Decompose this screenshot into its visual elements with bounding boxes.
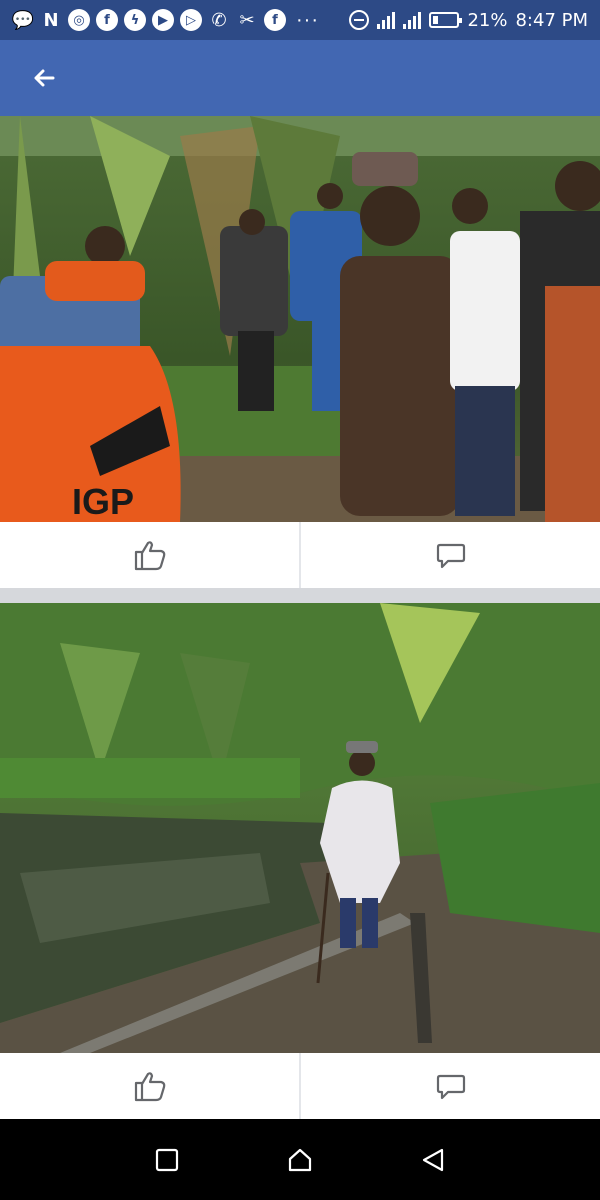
- comment-icon: [436, 1074, 465, 1100]
- phone-icon: ✆: [211, 9, 227, 31]
- post-actions: [0, 1053, 600, 1119]
- post-photo[interactable]: IGP: [0, 116, 600, 522]
- battery-percent: 21%: [467, 9, 508, 31]
- like-button[interactable]: [0, 1053, 299, 1119]
- post-actions: [0, 522, 600, 588]
- post-photo[interactable]: [0, 603, 600, 1053]
- life-ring-text: IGP: [72, 481, 134, 522]
- like-button[interactable]: [0, 522, 299, 588]
- recent-apps-icon: [155, 1148, 178, 1171]
- thumbs-up-icon: [134, 1072, 165, 1102]
- comment-button[interactable]: [301, 1053, 600, 1119]
- back-triangle-icon: [423, 1148, 444, 1171]
- chrome-icon: ◎: [68, 9, 90, 31]
- messenger-icon: ϟ: [124, 9, 146, 31]
- arrow-left-icon: [34, 69, 55, 87]
- recent-apps-button[interactable]: [147, 1140, 187, 1180]
- notification-icons: 💬 N ◎ f ϟ ▶ ▷ ✆ ✂ f ···: [12, 9, 349, 32]
- system-status: 21% 8:47 PM: [349, 10, 588, 31]
- play-icon: ▷: [180, 9, 202, 31]
- facebook-lite-icon: f: [264, 9, 286, 31]
- battery-level: [433, 16, 439, 24]
- home-icon: [288, 1148, 312, 1171]
- signal-icon: [377, 11, 396, 29]
- back-button[interactable]: [30, 64, 58, 92]
- comment-button[interactable]: [301, 522, 600, 588]
- post-separator: [0, 588, 600, 603]
- messaging-icon: 💬: [11, 9, 35, 31]
- status-bar: 💬 N ◎ f ϟ ▶ ▷ ✆ ✂ f ··· 21% 8:47 PM: [0, 0, 600, 40]
- tools-icon: ✂: [239, 9, 255, 31]
- battery-icon: [429, 12, 463, 28]
- signal-2-icon: [403, 11, 422, 29]
- n-app-icon: N: [43, 9, 59, 31]
- more-notifications-icon: ···: [296, 8, 319, 31]
- back-nav-button[interactable]: [413, 1140, 453, 1180]
- system-navigation-bar: [0, 1119, 600, 1200]
- app-bar: [0, 40, 600, 116]
- comment-icon: [436, 543, 465, 569]
- youtube-icon: ▶: [152, 9, 174, 31]
- facebook-icon: f: [96, 9, 118, 31]
- clock: 8:47 PM: [515, 9, 588, 31]
- thumbs-up-icon: [134, 541, 165, 571]
- do-not-disturb-icon: [349, 10, 370, 30]
- home-button[interactable]: [280, 1140, 320, 1180]
